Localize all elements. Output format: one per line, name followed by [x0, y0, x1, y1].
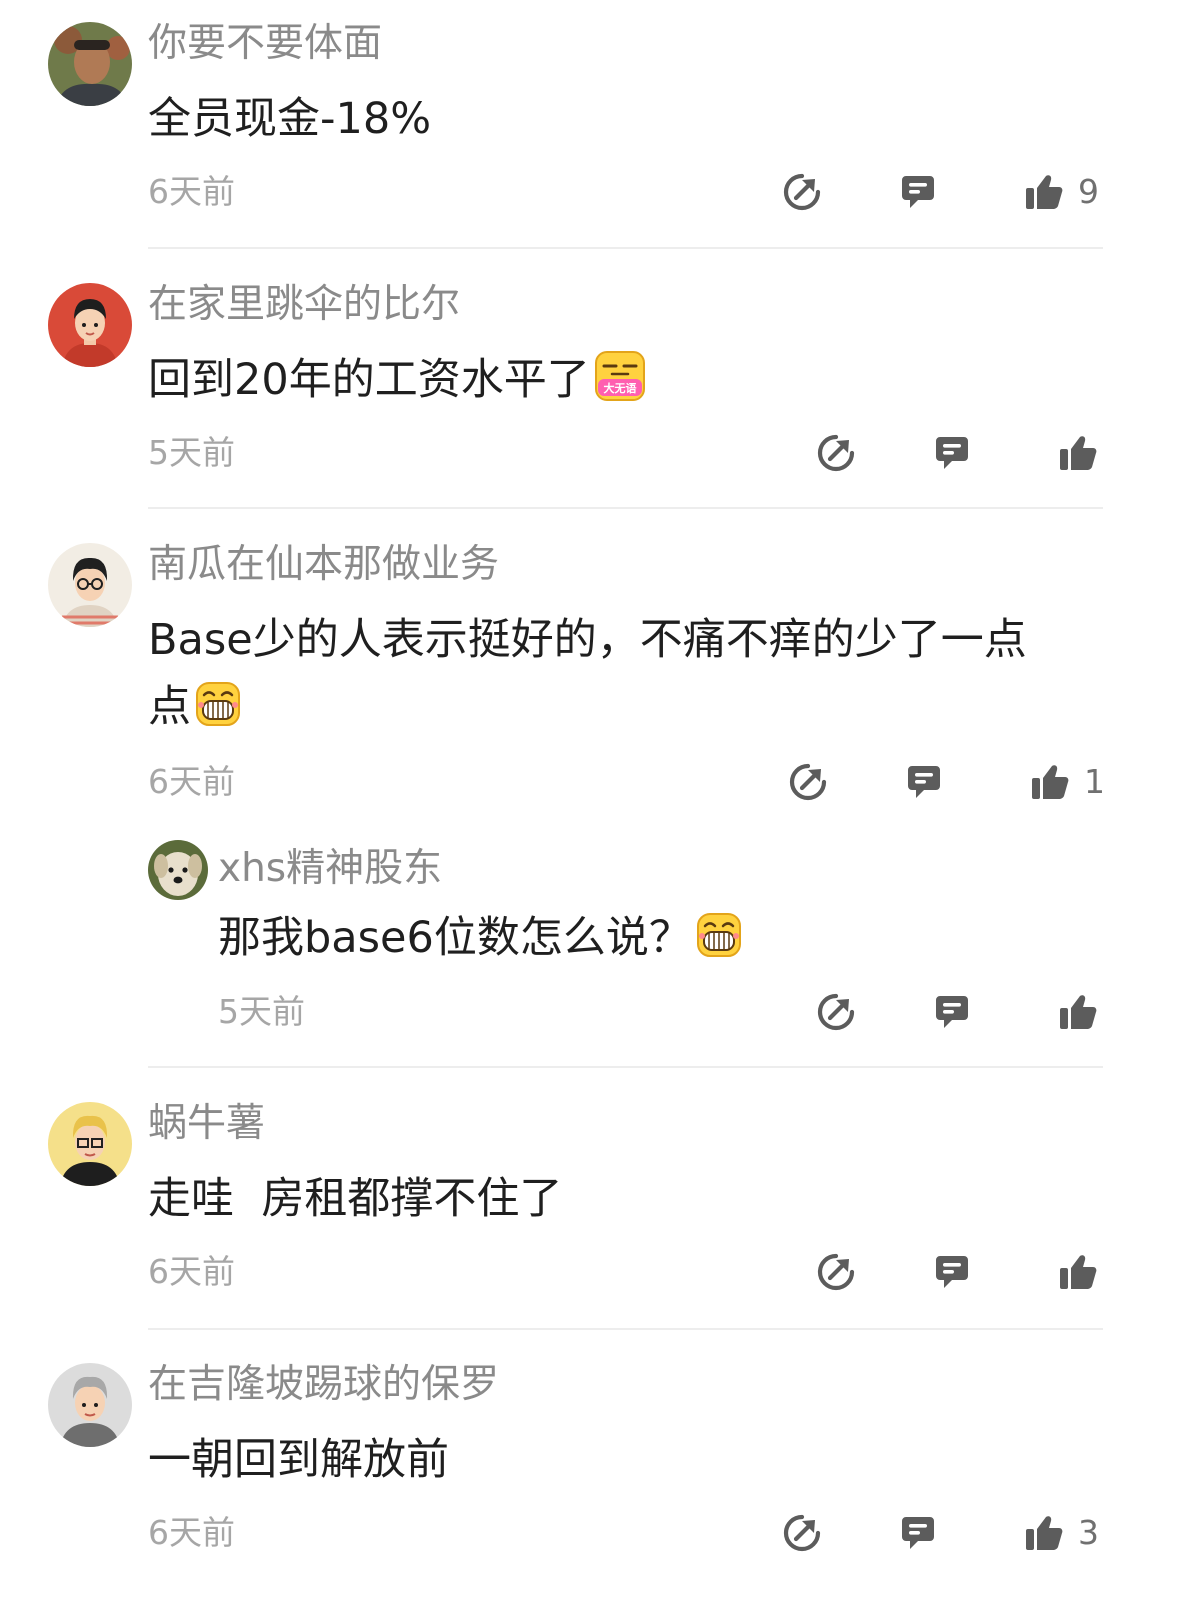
cartoon-man-glasses-avatar[interactable]: [48, 543, 132, 627]
like-count: 1: [1084, 762, 1105, 801]
reply-bubble-icon: [932, 433, 972, 473]
like-button[interactable]: 9: [1024, 168, 1099, 216]
username[interactable]: xhs精神股东: [218, 845, 442, 893]
reply-bubble-icon: [898, 1513, 938, 1553]
reply-button[interactable]: [932, 429, 972, 477]
username[interactable]: 在吉隆坡踢球的保罗: [148, 1361, 499, 1409]
comment-text: 一朝回到解放前: [148, 1435, 449, 1485]
share-button[interactable]: [816, 1248, 856, 1296]
thumbs-up-icon: [1058, 433, 1098, 473]
share-button[interactable]: [816, 988, 856, 1036]
share-icon: [816, 992, 856, 1032]
reply-bubble-icon: [932, 1252, 972, 1292]
cartoon-man-gray-hair-avatar[interactable]: [48, 1363, 132, 1447]
reply-button[interactable]: [932, 1248, 972, 1296]
thumbs-up-icon: [1024, 172, 1064, 212]
timestamp: 6天前: [148, 1513, 235, 1552]
share-icon: [816, 1252, 856, 1292]
username[interactable]: 蜗牛薯: [148, 1100, 265, 1148]
share-icon: [782, 1513, 822, 1553]
comment-text: Base少的人表示挺好的，不痛不痒的少了一点: [148, 615, 1027, 665]
timestamp: 5天前: [148, 433, 235, 472]
grin-emoji: [696, 912, 742, 958]
reply-button[interactable]: [898, 1509, 938, 1557]
comment-text: 全员现金-18%: [148, 94, 432, 144]
timestamp: 6天前: [148, 762, 235, 801]
share-button[interactable]: [788, 758, 828, 806]
like-button[interactable]: 1: [1030, 758, 1105, 806]
timestamp: 6天前: [148, 172, 235, 211]
divider: [148, 507, 1103, 509]
comment-feed: 你要不要体面 全员现金-18% 6天前 9 在家里跳伞的比尔 回到20年的工资水…: [0, 0, 1179, 1610]
divider: [148, 1066, 1103, 1068]
thumbs-up-icon: [1058, 1252, 1098, 1292]
like-button[interactable]: [1058, 429, 1098, 477]
like-button[interactable]: 3: [1024, 1509, 1099, 1557]
divider: [148, 247, 1103, 249]
share-icon: [816, 433, 856, 473]
divider: [148, 1328, 1103, 1330]
thumbs-up-icon: [1024, 1513, 1064, 1553]
thumbs-up-icon: [1030, 762, 1070, 802]
dog-avatar[interactable]: [148, 840, 208, 900]
share-icon: [788, 762, 828, 802]
like-count: 3: [1078, 1513, 1099, 1552]
grin-emoji: [195, 681, 241, 727]
share-icon: [782, 172, 822, 212]
comment-text-continued: 点: [148, 672, 241, 742]
comment-text-body: 点: [148, 682, 191, 732]
reply-button[interactable]: [898, 168, 938, 216]
comment-text: 回到20年的工资水平了 大无语: [148, 345, 646, 415]
photo-man-avatar[interactable]: [48, 22, 132, 106]
sticker-label: 大无语: [603, 381, 636, 395]
like-button[interactable]: [1058, 988, 1098, 1036]
username[interactable]: 在家里跳伞的比尔: [148, 281, 460, 329]
reply-text-body: 那我base6位数怎么说？: [218, 913, 692, 963]
reply-bubble-icon: [932, 992, 972, 1032]
cartoon-man-red-avatar[interactable]: [48, 283, 132, 367]
reply-bubble-icon: [898, 172, 938, 212]
reply-text: 那我base6位数怎么说？: [218, 903, 742, 973]
username[interactable]: 你要不要体面: [148, 20, 382, 68]
reply-button[interactable]: [932, 988, 972, 1036]
username[interactable]: 南瓜在仙本那做业务: [148, 541, 499, 589]
speechless-sticker-emoji: 大无语: [594, 350, 646, 402]
like-count: 9: [1078, 172, 1099, 211]
cartoon-man-blond-avatar[interactable]: [48, 1102, 132, 1186]
share-button[interactable]: [816, 429, 856, 477]
reply-bubble-icon: [904, 762, 944, 802]
comment-text: 走哇 房租都撑不住了: [148, 1174, 563, 1224]
comment-text-body: 回到20年的工资水平了: [148, 355, 590, 405]
reply-button[interactable]: [904, 758, 944, 806]
share-button[interactable]: [782, 168, 822, 216]
thumbs-up-icon: [1058, 992, 1098, 1032]
timestamp: 5天前: [218, 992, 305, 1031]
timestamp: 6天前: [148, 1252, 235, 1291]
share-button[interactable]: [782, 1509, 822, 1557]
like-button[interactable]: [1058, 1248, 1098, 1296]
